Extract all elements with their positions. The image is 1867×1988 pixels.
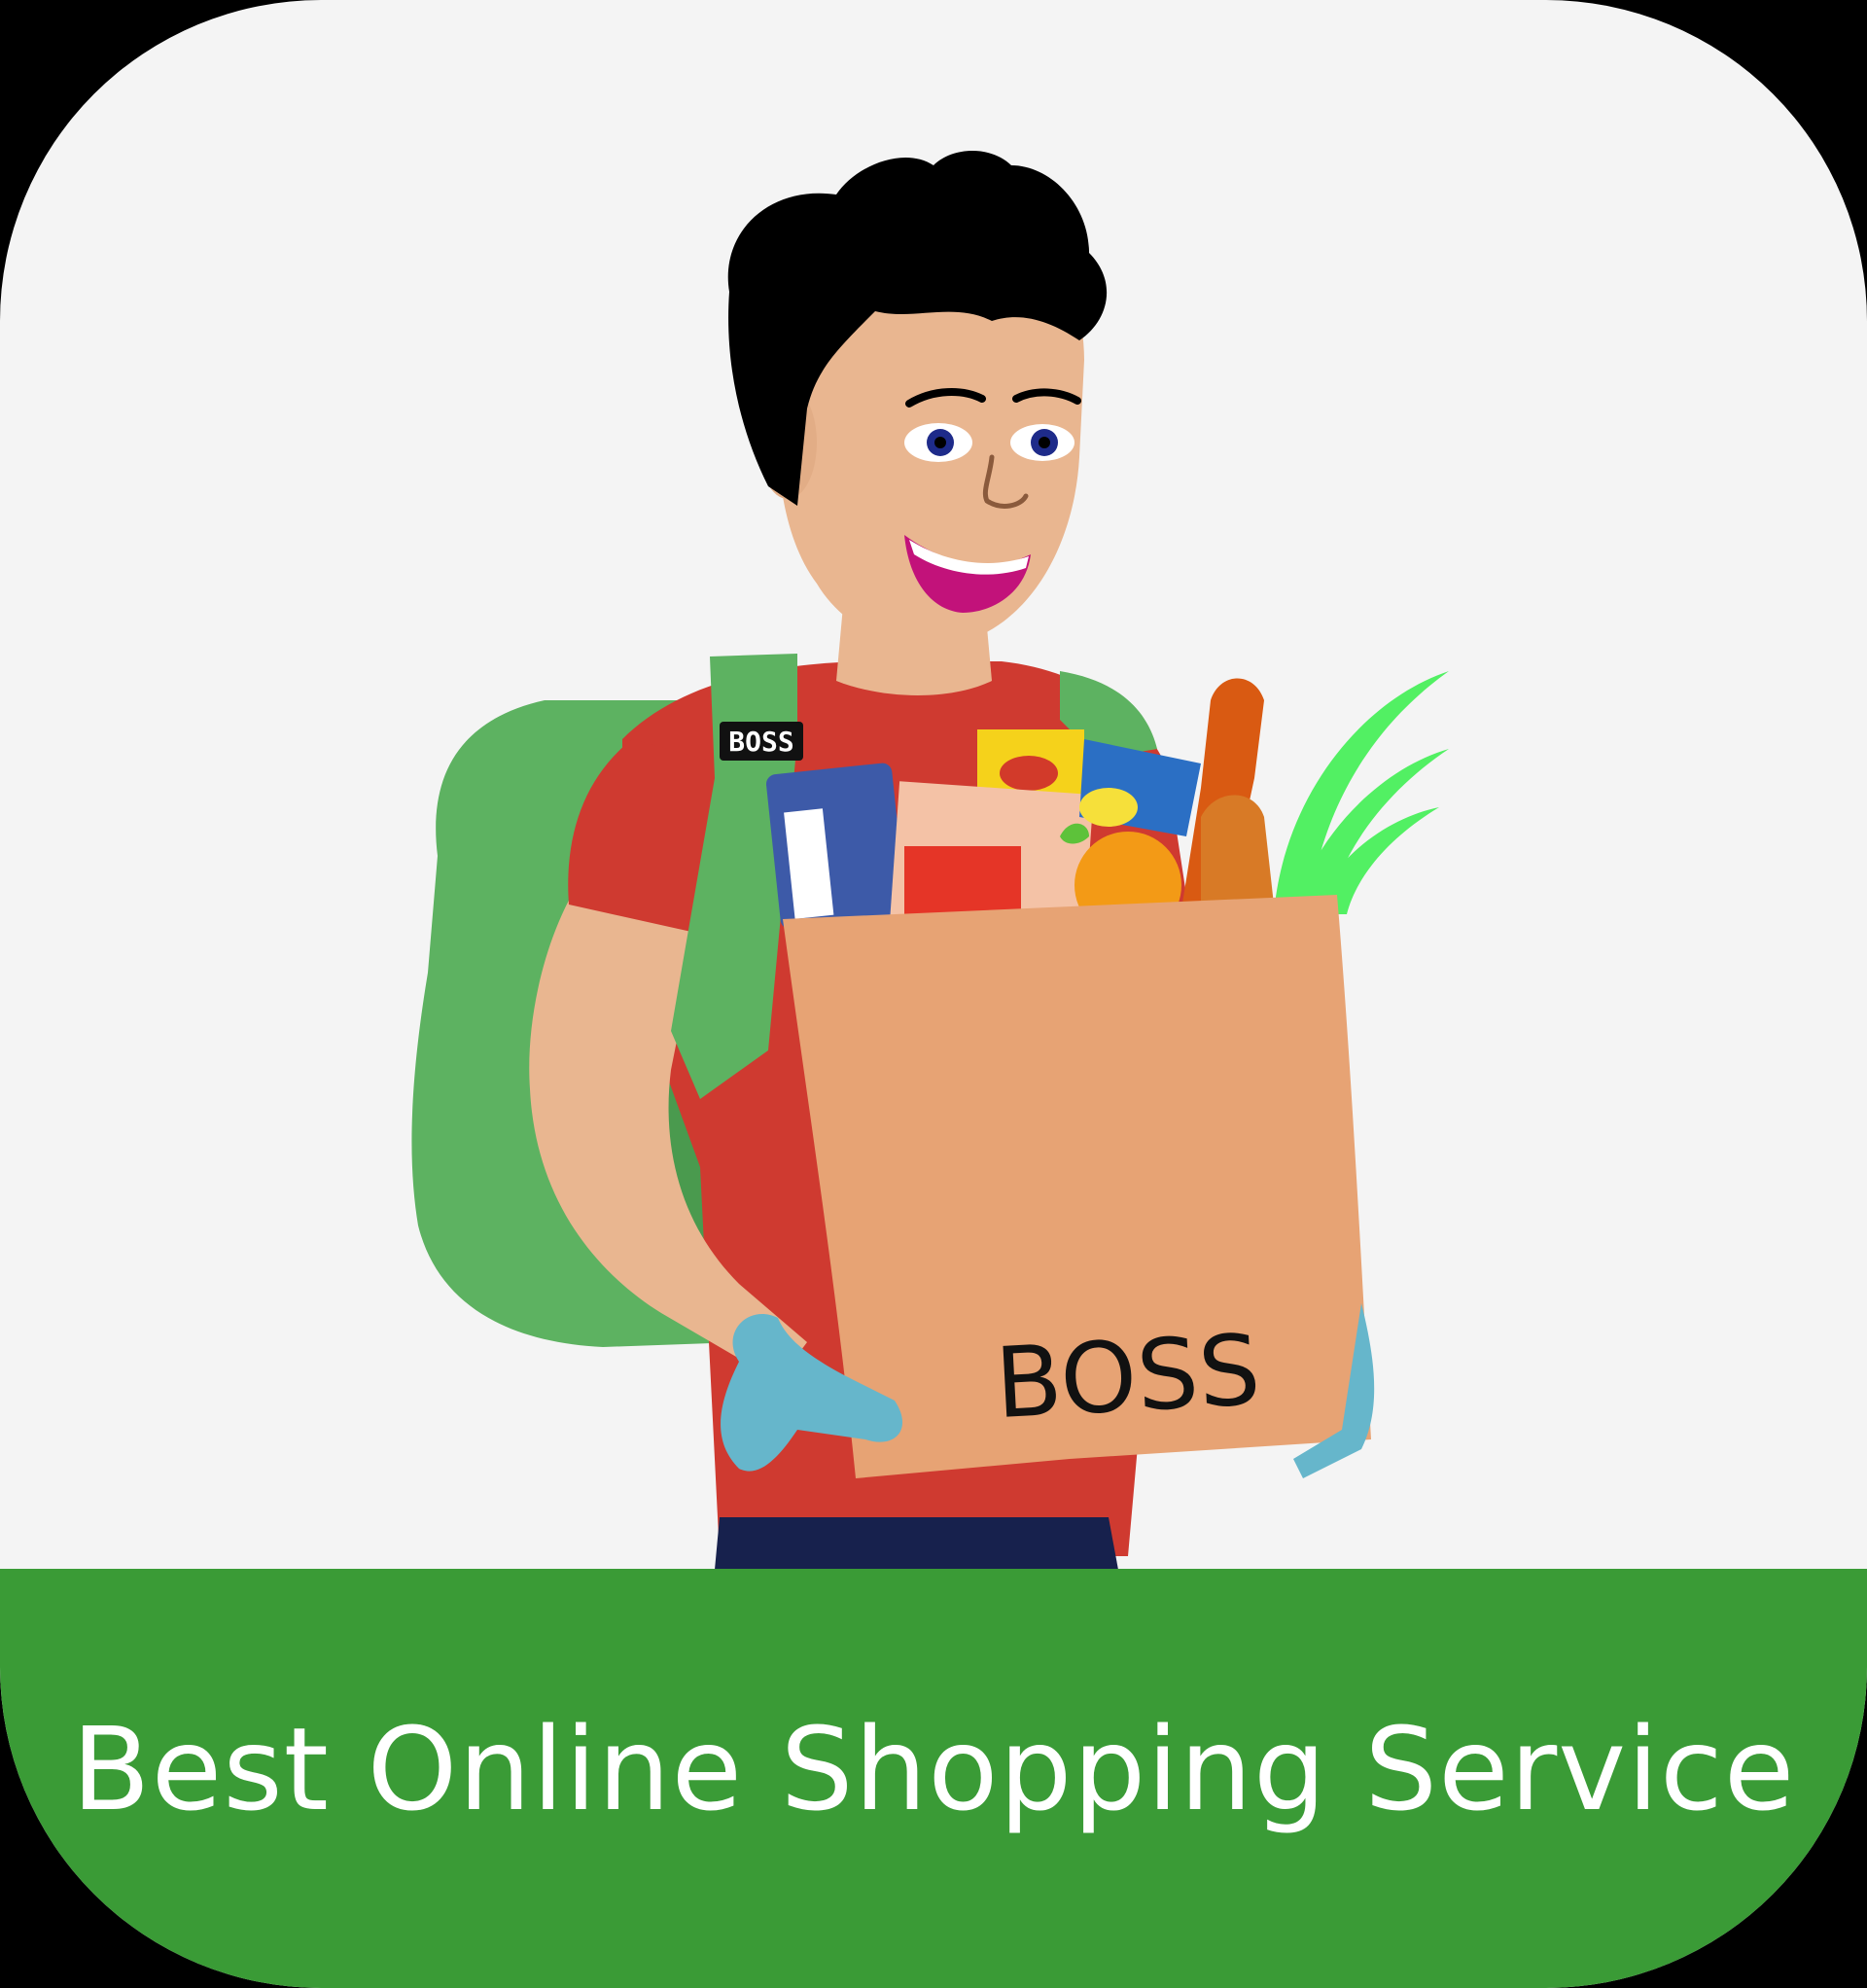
lemon xyxy=(1079,788,1138,827)
strap-badge-text: BOSS xyxy=(728,726,793,758)
pants xyxy=(715,1517,1118,1570)
tagline: Best Online Shopping Service xyxy=(71,1701,1796,1836)
leafy-greens xyxy=(1274,671,1449,914)
cereal-box xyxy=(765,763,907,930)
yellow-box-label xyxy=(1000,756,1058,791)
bag-logo: BOSS xyxy=(993,1313,1263,1440)
right-pupil xyxy=(1039,437,1050,448)
app-card: BOSS BOSS Best Online Shopping Service xyxy=(0,0,1867,1988)
grocery-delivery-person-icon: BOSS BOSS xyxy=(411,151,1449,1570)
bread-roll xyxy=(1201,795,1274,909)
footer-band: Best Online Shopping Service xyxy=(0,1569,1867,1988)
left-pupil xyxy=(934,437,946,448)
illustration: BOSS BOSS xyxy=(0,0,1867,1570)
